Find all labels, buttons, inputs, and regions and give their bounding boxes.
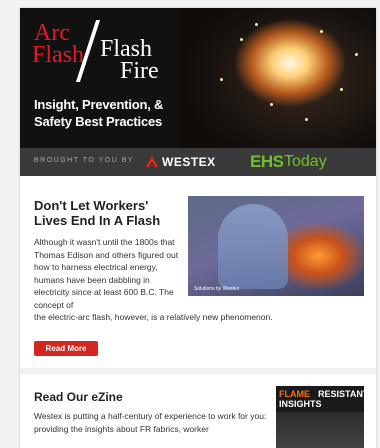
cover-insights: INSIGHTS — [279, 399, 322, 409]
read-more-button[interactable]: Read More — [34, 341, 98, 356]
westex-logo[interactable]: WESTEX — [162, 155, 216, 169]
cover-flame: FLAME — [279, 389, 310, 399]
email-container: Arc Flash Flash Fire Insight, Prevention… — [20, 8, 376, 448]
title-fire: Fire — [120, 58, 159, 84]
cover-resistant: RESISTANT — [318, 389, 364, 399]
sponsor-bar: BROUGHT TO YOU BY WESTEX EHS Today — [20, 148, 376, 176]
brought-to-you-label: BROUGHT TO YOU BY — [34, 157, 135, 164]
ezine-body: Westex is putting a half-century of expe… — [34, 411, 267, 434]
article-title[interactable]: Don't Let Workers' Lives End In A Flash — [34, 198, 184, 228]
title-flash-white: Flash — [100, 36, 153, 62]
article-body-narrow: Although it wasn't until the 1800s that … — [34, 237, 179, 310]
ehs-logo[interactable]: EHS — [250, 152, 284, 172]
arc-flash-photo — [180, 8, 376, 148]
today-logo[interactable]: Today — [284, 153, 327, 171]
ezine-title[interactable]: Read Our eZine — [34, 390, 123, 404]
section-divider — [20, 368, 376, 374]
ezine-cover[interactable]: FLAME RESISTANT INSIGHTS — [276, 386, 364, 448]
cover-image — [276, 412, 364, 448]
article-body: Although it wasn't until the 1800s that … — [34, 236, 364, 324]
hero-banner[interactable]: Arc Flash Flash Fire Insight, Prevention… — [20, 8, 376, 148]
title-flash-red: Flash — [32, 42, 85, 68]
westex-logo-icon — [146, 156, 158, 167]
hero-tagline: Insight, Prevention, & Safety Best Pract… — [34, 97, 164, 129]
article-body-wide: the electric-arc flash, however, is a re… — [34, 312, 273, 322]
title-arc: Arc — [34, 20, 70, 46]
